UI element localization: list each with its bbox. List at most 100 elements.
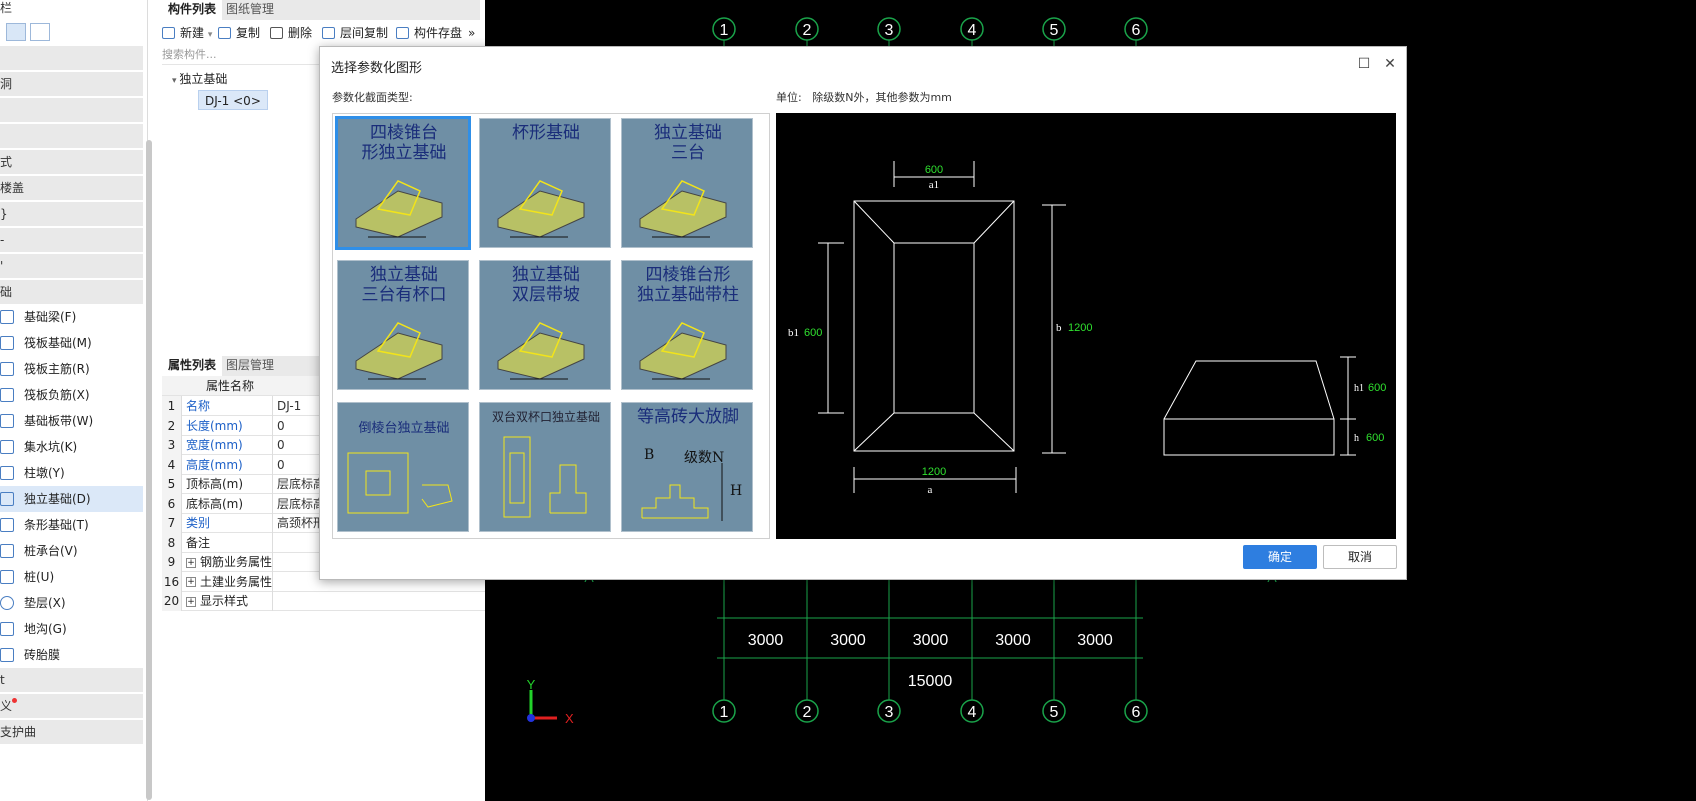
nav-group[interactable]: - (0, 228, 143, 252)
nav-item-isolated-footing[interactable]: 独立基础(D) (0, 486, 143, 512)
shape-card-title: 四棱锥台 形独立基础 (361, 123, 447, 163)
shape-card-title: 独立基础 三台 (654, 123, 722, 163)
shape-card-title: 四棱锥台形 独立基础带柱 (637, 265, 739, 305)
shape-card[interactable]: 独立基础 三台 (621, 118, 753, 248)
property-row[interactable]: 20 + 显示样式 (162, 591, 492, 611)
ucs-x-label: X (565, 711, 574, 726)
tab-property-list[interactable]: 属性列表 (162, 356, 223, 376)
floor-copy-button[interactable]: 层间复制 (322, 24, 388, 42)
brick-icon (0, 648, 14, 662)
shape-card[interactable]: 等高砖大放脚 B 级数N H (621, 402, 753, 532)
expand-plus-icon[interactable]: + (186, 577, 196, 587)
nav-group[interactable]: ' (0, 254, 143, 278)
maximize-icon[interactable]: ☐ (1355, 55, 1373, 73)
tab-layer-management[interactable]: 图层管理 (220, 356, 280, 376)
expand-plus-icon[interactable]: + (186, 596, 196, 607)
property-key: 宽度(mm) (186, 435, 243, 455)
trench-icon (0, 622, 14, 636)
cancel-button[interactable]: 取消 (1323, 545, 1397, 569)
property-key: 名称 (186, 396, 210, 416)
property-key-text: 名称 (186, 399, 211, 413)
ok-button[interactable]: 确定 (1243, 545, 1317, 569)
dim-label: b1 (788, 327, 799, 339)
nav-item-strip-footing[interactable]: 条形基础(T) (0, 512, 143, 538)
nav-item-trench[interactable]: 地沟(G) (0, 616, 143, 642)
nav-item-foundation-beam[interactable]: 基础梁(F) (0, 304, 143, 330)
shape-card-annotation: B (644, 447, 655, 463)
property-value[interactable] (272, 591, 372, 611)
nav-item-brick-mold[interactable]: 砖胎膜 (0, 642, 143, 668)
nav-item-pile-cap[interactable]: 桩承台(V) (0, 538, 143, 564)
nav-group[interactable]: 楼盖 (0, 176, 143, 200)
component-tabs: 构件列表 图纸管理 (162, 0, 480, 20)
nav-group[interactable]: 支护曲 (0, 720, 143, 744)
shape-card[interactable]: 四棱锥台 形独立基础 (335, 116, 471, 250)
plan-slope-line (973, 412, 1015, 452)
nav-item-raft-main-rebar[interactable]: 筏板主筋(R) (0, 356, 143, 382)
cushion-icon (0, 596, 14, 610)
shape-card[interactable]: 独立基础 双层带坡 (479, 260, 611, 390)
tab-component-list[interactable]: 构件列表 (162, 0, 223, 20)
nav-item-raft-foundation[interactable]: 筏板基础(M) (0, 330, 143, 356)
tree-view-icon[interactable] (6, 23, 26, 41)
parametric-shape-dialog: 选择参数化图形 ☐ ✕ 参数化截面类型: 单位: 除级数N外，其他参数为mm 四… (319, 46, 1407, 580)
property-key: + 土建业务属性 (186, 572, 272, 592)
delete-button[interactable]: 删除 (270, 24, 312, 42)
nav-item-column-pier[interactable]: 柱墩(Y) (0, 460, 143, 486)
list-view-icon[interactable] (30, 23, 50, 41)
property-key-text: 长度(mm) (186, 418, 243, 433)
tree-node-dj1[interactable]: DJ-1 <0> (198, 90, 268, 110)
copy-button[interactable]: 复制 (218, 24, 260, 42)
row-number: 7 (162, 513, 182, 533)
nav-group[interactable] (0, 124, 143, 148)
nav-group[interactable]: 式 (0, 150, 143, 174)
property-key: 底标高(m) (186, 494, 243, 514)
nav-item-sump-pit[interactable]: 集水坑(K) (0, 434, 143, 460)
elevation-base (1163, 418, 1335, 456)
property-name-header: 属性名称 (206, 379, 255, 393)
axis-label: 4 (968, 22, 977, 39)
tab-drawing-management[interactable]: 图纸管理 (220, 0, 280, 20)
expand-plus-icon[interactable]: + (186, 557, 196, 568)
nav-group[interactable]: t (0, 668, 143, 692)
chevron-down-icon[interactable]: ▾ (208, 30, 213, 40)
nav-group[interactable]: 洞 (0, 72, 143, 96)
new-icon (162, 27, 175, 39)
sketch-line (347, 452, 409, 514)
pile-cap-icon (0, 544, 14, 558)
property-key-text: 高度(mm) (186, 457, 243, 472)
rebar-icon (0, 388, 14, 402)
shape-card[interactable]: 独立基础 三台有杯口 (337, 260, 469, 390)
nav-item-raft-neg-rebar[interactable]: 筏板负筋(X) (0, 382, 143, 408)
shape-card[interactable]: 倒棱台独立基础 (337, 402, 469, 532)
property-key-text: 底标高(m) (186, 496, 244, 511)
close-icon[interactable]: ✕ (1381, 55, 1399, 73)
dimension-text: 3000 (995, 632, 1031, 649)
property-key-text: 土建业务属性 (200, 574, 273, 589)
nav-group[interactable] (0, 46, 143, 70)
shape-card[interactable]: 杯形基础 (479, 118, 611, 248)
more-icon[interactable]: » (468, 24, 475, 42)
new-button[interactable]: 新建 ▾ (162, 24, 212, 42)
nav-item-pile[interactable]: 桩(U) (0, 564, 143, 590)
save-component-button[interactable]: 构件存盘 (396, 24, 462, 42)
shape-card[interactable]: 双台双杯口独立基础 (479, 402, 611, 532)
plan-slope-line (853, 200, 895, 244)
nav-scrollbar[interactable] (146, 140, 152, 800)
nav-group-custom[interactable]: 义 (0, 694, 143, 718)
nav-group[interactable]: } (0, 202, 143, 226)
shape-card[interactable]: 四棱锥台形 独立基础带柱 (621, 260, 753, 390)
dim-value: 600 (1368, 382, 1386, 394)
shape-card-title: 双台双杯口独立基础 (491, 410, 600, 424)
nav-item-foundation-strip[interactable]: 基础板带(W) (0, 408, 143, 434)
dim-value: 600 (925, 164, 943, 176)
nav-item-cushion[interactable]: 垫层(X) (0, 590, 143, 616)
nav-group[interactable] (0, 98, 143, 122)
axis-label: 3 (885, 704, 894, 721)
nav-group-foundation[interactable]: 础 (0, 280, 143, 304)
rebar-icon (0, 362, 14, 376)
tree-node-isolated-footing[interactable]: ▾ 独立基础 (172, 70, 227, 87)
component-nav-panel: 栏 洞 式 楼盖 } - ' 础 基础梁(F) 筏板基础(M) 筏板主筋(R) … (0, 0, 152, 801)
copy-icon (218, 27, 231, 39)
row-number: 5 (162, 474, 182, 494)
